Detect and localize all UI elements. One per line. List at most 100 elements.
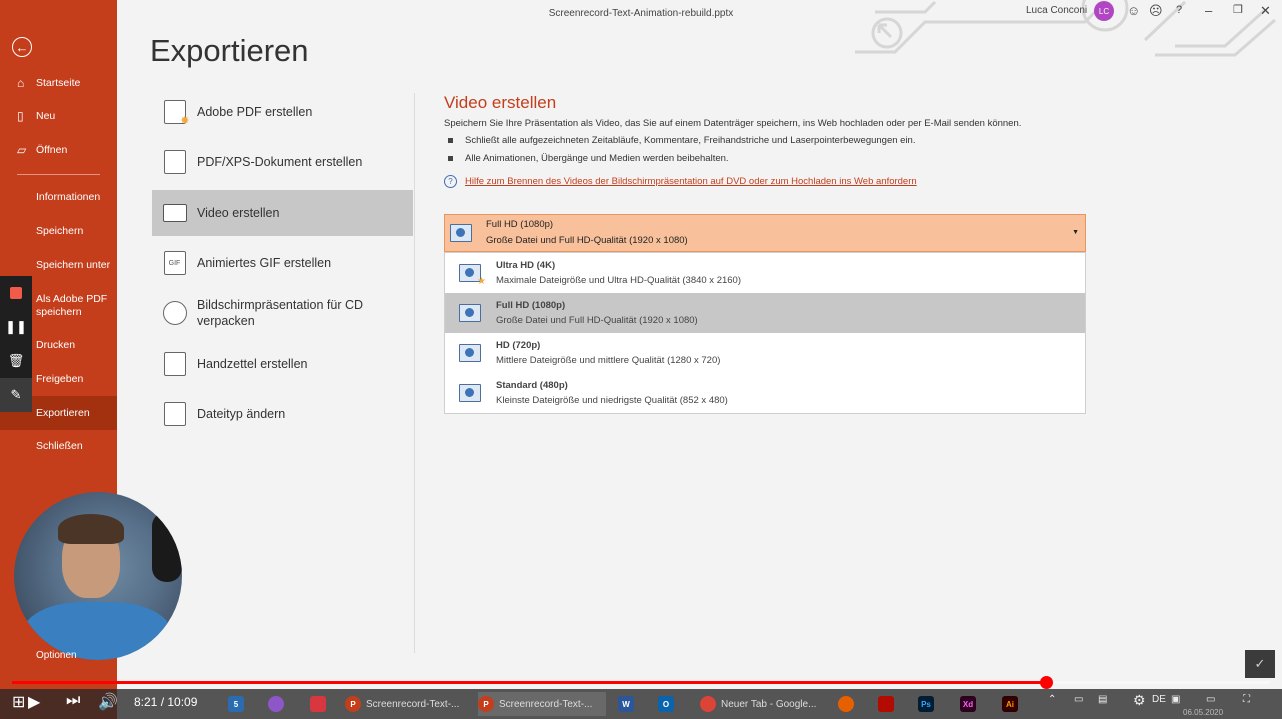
taskbar-xd[interactable]: Xd bbox=[960, 692, 981, 716]
checkmark-icon[interactable]: ✓ bbox=[1245, 650, 1275, 678]
quality-option-ultra-hd[interactable]: ★ Ultra HD (4K) Maximale Dateigröße und U… bbox=[445, 253, 1085, 293]
export-gif[interactable]: GIF Animiertes GIF erstellen bbox=[152, 240, 413, 286]
avatar[interactable]: LC bbox=[1094, 1, 1114, 21]
bullet-text: Alle Animationen, Übergänge und Medien w… bbox=[465, 153, 729, 164]
export-handout[interactable]: Handzettel erstellen bbox=[152, 341, 413, 387]
quality-dropdown-list: ★ Ultra HD (4K) Maximale Dateigröße und U… bbox=[444, 252, 1086, 414]
powerpoint-icon: P bbox=[345, 696, 361, 712]
windows-start-icon[interactable]: ⊞ bbox=[12, 692, 25, 712]
export-cd[interactable]: Bildschirmpräsentation für CD verpacken bbox=[152, 290, 413, 336]
tray-lang: DE bbox=[1152, 694, 1166, 705]
cd-icon bbox=[162, 301, 187, 325]
export-pdf-xps[interactable]: PDF/XPS-Dokument erstellen bbox=[152, 139, 413, 185]
sidebar-item-optionen[interactable]: Optionen bbox=[36, 650, 77, 661]
close-icon[interactable]: ✕ bbox=[1260, 3, 1271, 19]
sidebar-item-label: Neu bbox=[36, 110, 56, 122]
chrome-icon bbox=[700, 696, 716, 712]
stop-icon bbox=[10, 287, 22, 299]
taskbar-firefox[interactable] bbox=[838, 692, 859, 716]
sidebar-item-schliessen[interactable]: Schließen bbox=[0, 431, 117, 461]
taskbar-illustrator[interactable]: Ai bbox=[1002, 692, 1023, 716]
taskbar-acrobat[interactable] bbox=[878, 692, 899, 716]
next-icon[interactable]: ⏭ bbox=[66, 692, 80, 710]
export-filetype[interactable]: Dateityp ändern bbox=[152, 391, 413, 437]
monitor-icon bbox=[459, 384, 481, 402]
bullet-item: Schließt alle aufgezeichneten Zeitabläuf… bbox=[448, 135, 915, 146]
restore-icon[interactable]: ❐ bbox=[1233, 3, 1243, 16]
taskbar-outlook[interactable]: O bbox=[658, 692, 679, 716]
play-icon[interactable]: ▶ bbox=[28, 692, 40, 712]
pause-button[interactable]: ❚❚ bbox=[0, 310, 32, 344]
taskbar-app-label: Screenrecord-Text-... bbox=[499, 698, 593, 710]
progress-played bbox=[12, 681, 1046, 684]
pane-title: Video erstellen bbox=[444, 93, 557, 112]
sidebar-item-informationen[interactable]: Informationen bbox=[0, 182, 117, 212]
export-adobe-pdf[interactable]: ✸ Adobe PDF erstellen bbox=[152, 89, 413, 135]
option-desc: Kleinste Dateigröße und niedrigste Quali… bbox=[496, 395, 728, 406]
smile-icon[interactable]: ☺ bbox=[1127, 3, 1140, 18]
monitor-icon bbox=[459, 304, 481, 322]
sidebar-item-startseite[interactable]: ⌂ Startseite bbox=[0, 68, 117, 98]
handout-icon bbox=[163, 352, 186, 376]
fullscreen-icon[interactable]: ⛶ bbox=[1243, 694, 1250, 705]
option-title: Standard (480p) bbox=[496, 380, 568, 391]
taskbar-powerpoint-1[interactable]: P Screenrecord-Text-... bbox=[345, 692, 470, 716]
taskbar-mail[interactable]: 5 bbox=[228, 692, 249, 716]
theater-mode-icon[interactable]: ▭ bbox=[1206, 694, 1215, 705]
export-video[interactable]: Video erstellen bbox=[152, 190, 413, 236]
export-option-label: Dateityp ändern bbox=[197, 407, 286, 421]
help-icon[interactable]: ? bbox=[1176, 4, 1182, 16]
quality-option-full-hd[interactable]: Full HD (1080p) Große Datei und Full HD-Q… bbox=[445, 293, 1085, 333]
pen-button[interactable]: ✎ bbox=[0, 378, 32, 412]
quality-dropdown[interactable]: Full HD (1080p) Große Datei und Full HD-… bbox=[444, 214, 1086, 252]
tray-date: 06.05.2020 bbox=[1183, 708, 1224, 717]
monitor-icon bbox=[450, 224, 472, 242]
sidebar-item-oeffnen[interactable]: ▱ Öffnen bbox=[0, 135, 117, 165]
tray-chevron-icon[interactable]: ⌃ bbox=[1048, 694, 1056, 705]
minimize-icon[interactable]: – bbox=[1205, 3, 1212, 18]
progress-scrubber[interactable] bbox=[1040, 676, 1053, 689]
acrobat-icon bbox=[878, 696, 894, 712]
miniplayer-icon[interactable]: ▣ bbox=[1171, 694, 1180, 705]
pdf-xps-icon bbox=[163, 150, 186, 174]
help-link-text[interactable]: Hilfe zum Brennen des Videos der Bildsch… bbox=[465, 176, 917, 187]
taskbar-creative-cloud[interactable] bbox=[310, 692, 331, 716]
sidebar-item-label: Speichern unter bbox=[36, 259, 111, 271]
gif-icon: GIF bbox=[163, 251, 186, 275]
recording-toolbar: ❚❚ 🗑 ✎ bbox=[0, 276, 32, 412]
quality-option-standard[interactable]: Standard (480p) Kleinste Dateigröße und n… bbox=[445, 373, 1085, 413]
taskbar-photoshop[interactable]: Ps bbox=[918, 692, 939, 716]
taskbar-powerpoint-2[interactable]: P Screenrecord-Text-... bbox=[478, 692, 606, 716]
volume-icon[interactable]: 🔊 bbox=[98, 692, 118, 712]
settings-gear-icon[interactable]: ⚙ bbox=[1133, 692, 1146, 709]
taskbar-itunes[interactable] bbox=[268, 692, 289, 716]
frown-icon[interactable]: ☹ bbox=[1149, 3, 1163, 19]
quality-option-hd[interactable]: HD (720p) Mittlere Dateigröße und mittler… bbox=[445, 333, 1085, 373]
person-hair bbox=[58, 514, 124, 544]
sidebar-item-speichern[interactable]: Speichern bbox=[0, 216, 117, 246]
delete-button[interactable]: 🗑 bbox=[0, 344, 32, 378]
sidebar-item-label: Freigeben bbox=[36, 373, 84, 385]
export-option-label: Animiertes GIF erstellen bbox=[197, 256, 332, 270]
back-arrow-icon[interactable]: ← bbox=[12, 37, 32, 57]
help-link[interactable]: ? Hilfe zum Brennen des Videos der Bilds… bbox=[444, 175, 917, 188]
dropdown-selected-title: Full HD (1080p) bbox=[486, 219, 554, 230]
stop-record-button[interactable] bbox=[0, 276, 32, 310]
chevron-down-icon: ▼ bbox=[1072, 229, 1079, 236]
taskbar-word[interactable]: W bbox=[618, 692, 639, 716]
export-option-label: Adobe PDF erstellen bbox=[197, 105, 313, 119]
video-icon bbox=[162, 204, 187, 222]
star-icon: ★ bbox=[477, 276, 486, 287]
taskbar-app-label: Screenrecord-Text-... bbox=[366, 698, 460, 710]
illustrator-icon: Ai bbox=[1002, 696, 1018, 712]
option-desc: Große Datei und Full HD-Qualität (1920 x… bbox=[496, 315, 698, 326]
sidebar-item-neu[interactable]: ▯ Neu bbox=[0, 101, 117, 131]
pane-description: Speichern Sie Ihre Präsentation als Vide… bbox=[444, 118, 1022, 129]
taskbar-chrome[interactable]: Neuer Tab - Google... bbox=[700, 692, 828, 716]
captions-icon[interactable]: ▤ bbox=[1098, 694, 1107, 705]
subtitles-icon[interactable]: ▭ bbox=[1074, 694, 1083, 705]
bullet-text: Schließt alle aufgezeichneten Zeitabläuf… bbox=[465, 135, 916, 146]
user-name: Luca Conconi bbox=[1026, 5, 1088, 16]
option-desc: Mittlere Dateigröße und mittlere Qualitä… bbox=[496, 355, 721, 366]
page-title: Exportieren bbox=[150, 33, 309, 68]
